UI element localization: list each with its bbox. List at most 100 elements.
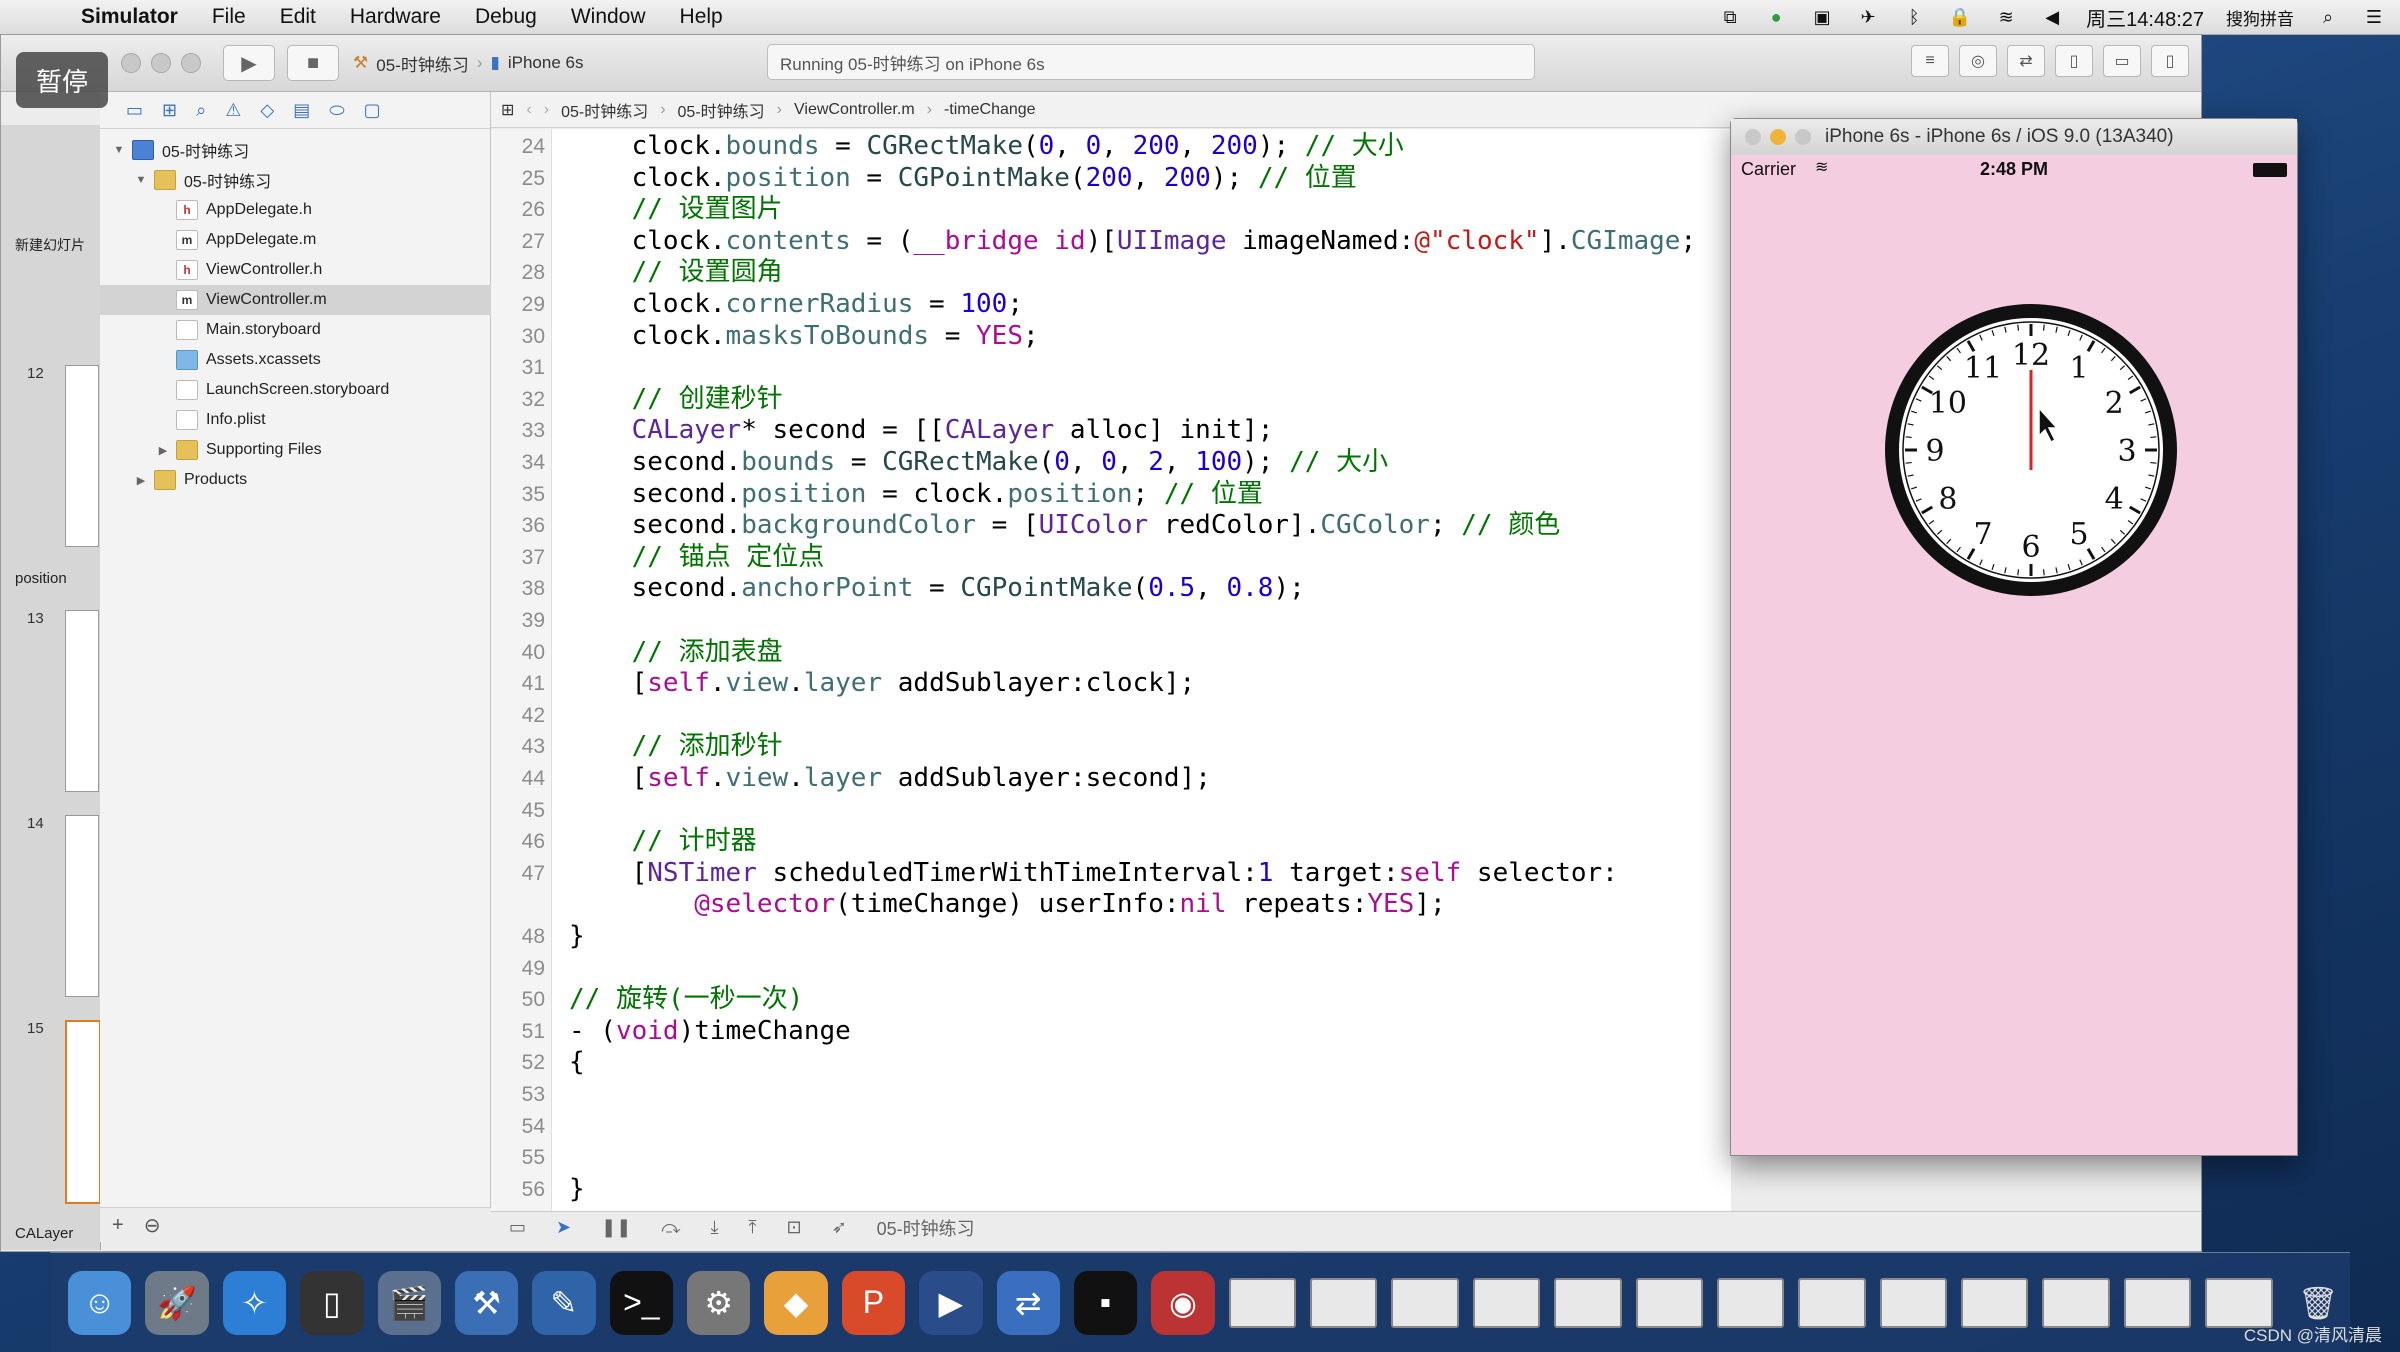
slide-section-label[interactable]: CALayer xyxy=(15,1225,73,1242)
code-line[interactable]: 30 clock.masksToBounds = YES; xyxy=(491,321,1731,353)
lock-icon[interactable]: 🔒 xyxy=(1948,7,1972,27)
forward-icon[interactable]: › xyxy=(544,101,549,119)
teamviewer-icon[interactable]: ⇄ xyxy=(996,1270,1060,1335)
code-line[interactable]: 27 clock.contents = (__bridge id)[UIImag… xyxy=(491,226,1731,258)
menu-clock[interactable]: 周三14:48:27 xyxy=(2086,3,2204,32)
file-tree-row[interactable]: m AppDelegate.m xyxy=(100,225,546,255)
status-green-icon[interactable]: ● xyxy=(1764,7,1788,27)
code-line[interactable]: 28 // 设置圆角 xyxy=(491,257,1731,289)
step-out-icon[interactable]: ⤒ xyxy=(749,1217,757,1238)
code-line[interactable]: 37 // 锚点 定位点 xyxy=(491,542,1731,574)
test-icon[interactable]: ◇ xyxy=(260,100,274,121)
menu-edit[interactable]: Edit xyxy=(263,5,333,29)
sim-minimize-button[interactable] xyxy=(1770,129,1786,145)
minimized-window[interactable] xyxy=(1472,1277,1541,1328)
menu-app-name[interactable]: Simulator xyxy=(64,5,195,29)
report-icon[interactable]: ▢ xyxy=(364,100,381,121)
slide-thumbnail[interactable] xyxy=(65,365,99,547)
step-over-icon[interactable]: ⤼ xyxy=(661,1217,680,1238)
minimized-window[interactable] xyxy=(1961,1277,2029,1328)
instruments-icon[interactable]: ✎ xyxy=(532,1270,596,1335)
code-line[interactable]: 41 [self.view.layer addSublayer:clock]; xyxy=(491,668,1731,700)
utilities-toggle-icon[interactable]: ▯ xyxy=(2151,45,2189,77)
new-slide-label[interactable]: 新建幻灯片 xyxy=(15,235,85,255)
file-tree-row[interactable]: h ViewController.h xyxy=(100,255,546,285)
minimized-window[interactable] xyxy=(2123,1277,2192,1328)
sketch-icon[interactable]: ◆ xyxy=(764,1270,828,1335)
slide-section-label[interactable]: position xyxy=(15,570,67,587)
minimized-window[interactable] xyxy=(1879,1277,1947,1328)
code-line[interactable]: 38 second.anchorPoint = CGPointMake(0.5,… xyxy=(491,573,1731,605)
code-line[interactable]: 31 xyxy=(491,352,1731,384)
zoom-button[interactable] xyxy=(181,53,201,73)
code-line[interactable]: 42 xyxy=(491,700,1731,732)
search-icon[interactable]: ⌕ xyxy=(196,100,206,121)
file-tree-row[interactable]: h AppDelegate.h xyxy=(100,195,546,225)
finder-icon[interactable]: ☺ xyxy=(68,1270,132,1335)
minimized-window[interactable] xyxy=(1310,1277,1378,1328)
slide-thumbnail[interactable] xyxy=(65,610,99,792)
code-line[interactable]: 25 clock.position = CGPointMake(200, 200… xyxy=(491,163,1731,195)
code-line[interactable]: 53 xyxy=(491,1079,1731,1111)
code-line[interactable]: 48} xyxy=(491,921,1731,953)
iphone-screen[interactable]: Carrier ≋ 2:48 PM 12 1 2 3 4 5 6 7 8 9 10 11 xyxy=(1731,155,2297,1155)
minimized-window[interactable] xyxy=(2205,1277,2273,1328)
breadcrumb-method[interactable]: -timeChange xyxy=(944,101,1036,119)
code-line[interactable]: 52 { xyxy=(491,1047,1731,1079)
xcode-icon[interactable]: ⚒ xyxy=(454,1270,519,1335)
bluetooth-icon[interactable]: ᛒ xyxy=(1902,7,1926,27)
minimized-window[interactable] xyxy=(1228,1277,1296,1328)
assistant-editor-icon[interactable]: ◎ xyxy=(1959,45,1997,77)
source-editor[interactable]: 24 clock.bounds = CGRectMake(0, 0, 200, … xyxy=(491,129,1731,1211)
code-line[interactable]: 40 // 添加表盘 xyxy=(491,637,1731,669)
terminal-icon[interactable]: >_ xyxy=(609,1270,673,1335)
file-tree-row[interactable]: ▶ Products xyxy=(100,465,524,495)
camera-icon[interactable]: ▣ xyxy=(1810,7,1834,27)
warning-icon[interactable]: ⚠ xyxy=(225,100,241,121)
code-line[interactable]: 24 clock.bounds = CGRectMake(0, 0, 200, … xyxy=(491,131,1731,163)
wifi-icon[interactable]: ≋ xyxy=(1994,7,2018,27)
console-icon[interactable]: ▪ xyxy=(1073,1270,1138,1335)
menu-hardware[interactable]: Hardware xyxy=(333,5,458,29)
sim-close-button[interactable] xyxy=(1745,129,1761,145)
related-items-icon[interactable]: ⊞ xyxy=(501,100,514,120)
file-tree-row[interactable]: Assets.xcassets xyxy=(100,345,546,375)
code-line[interactable]: 35 second.position = clock.position; // … xyxy=(491,479,1731,511)
disclosure-triangle-icon[interactable]: ▶ xyxy=(156,444,170,457)
code-line[interactable]: 39 xyxy=(491,605,1731,637)
add-icon[interactable]: + xyxy=(112,1214,124,1237)
console-toggle-icon[interactable]: ▭ xyxy=(509,1217,526,1238)
movie-icon[interactable]: 🎬 xyxy=(377,1270,441,1335)
filter-icon[interactable]: ⊖ xyxy=(144,1213,161,1238)
code-line[interactable]: 43 // 添加秒针 xyxy=(491,731,1731,763)
minimized-window[interactable] xyxy=(1391,1277,1459,1328)
code-line[interactable]: 55 xyxy=(491,1142,1731,1174)
code-line[interactable]: 56} xyxy=(491,1174,1731,1206)
sim-zoom-button[interactable] xyxy=(1795,129,1811,145)
slide-thumbnail-selected[interactable] xyxy=(65,1020,101,1204)
list-icon[interactable]: ☰ xyxy=(2362,7,2386,27)
minimized-window[interactable] xyxy=(2042,1277,2110,1328)
minimize-button[interactable] xyxy=(151,53,171,73)
launchpad-icon[interactable]: 🚀 xyxy=(145,1270,209,1335)
code-line[interactable]: 44 [self.view.layer addSublayer:second]; xyxy=(491,763,1731,795)
menu-debug[interactable]: Debug xyxy=(458,5,554,29)
code-line[interactable]: 36 second.backgroundColor = [UIColor red… xyxy=(491,510,1731,542)
disclosure-triangle-icon[interactable]: ▼ xyxy=(112,144,126,156)
symbol-icon[interactable]: ⊞ xyxy=(162,100,177,121)
slide-thumbnail[interactable] xyxy=(65,815,99,997)
view-debugger-icon[interactable]: ⊡ xyxy=(786,1217,801,1238)
disclosure-triangle-icon[interactable]: ▼ xyxy=(134,174,148,186)
quicktime-icon[interactable]: ▶ xyxy=(919,1270,983,1335)
breadcrumb-project[interactable]: 05-时钟练习 xyxy=(561,98,648,122)
pause-icon[interactable]: ❚❚ xyxy=(601,1217,631,1238)
menu-window[interactable]: Window xyxy=(554,5,663,29)
location-icon[interactable]: ➶ xyxy=(832,1217,847,1238)
code-line[interactable]: 33 CALayer* second = [[CALayer alloc] in… xyxy=(491,415,1731,447)
code-line[interactable]: 45 xyxy=(491,795,1731,827)
run-button[interactable]: ▶ xyxy=(223,45,275,81)
step-in-icon[interactable]: ⤓ xyxy=(711,1217,719,1238)
code-line[interactable]: 47 [NSTimer scheduledTimerWithTimeInterv… xyxy=(491,858,1731,890)
folder-icon[interactable]: ▭ xyxy=(126,100,143,121)
version-editor-icon[interactable]: ⇄ xyxy=(2007,45,2045,77)
